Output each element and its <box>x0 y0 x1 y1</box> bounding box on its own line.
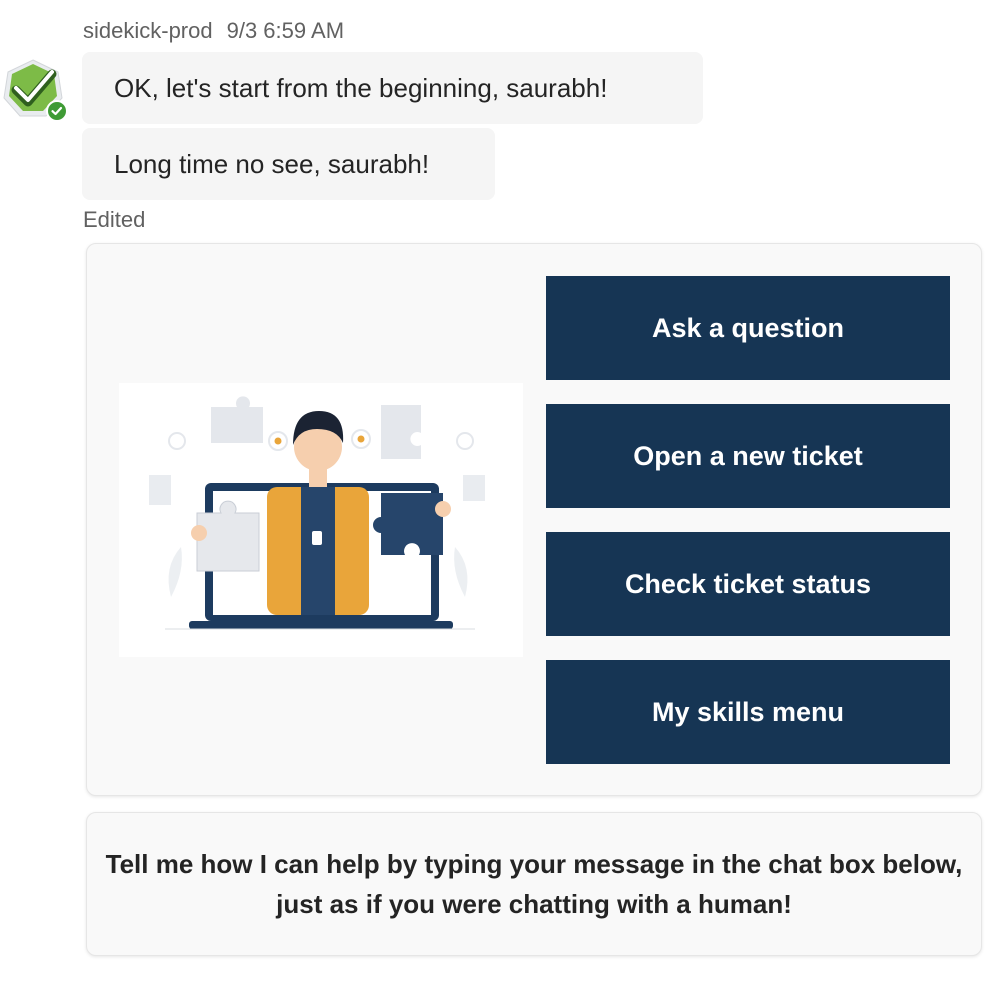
hero-image <box>119 383 523 657</box>
message-timestamp: 9/3 6:59 AM <box>226 18 345 43</box>
open-ticket-button[interactable]: Open a new ticket <box>546 404 950 508</box>
skills-menu-button[interactable]: My skills menu <box>546 660 950 764</box>
message-bubble: OK, let's start from the beginning, saur… <box>82 52 703 124</box>
available-check-icon <box>46 100 68 122</box>
person-puzzle-illustration <box>149 396 485 630</box>
ask-question-button[interactable]: Ask a question <box>546 276 950 380</box>
bot-avatar[interactable] <box>2 58 68 122</box>
edited-label: Edited <box>83 207 146 232</box>
message-bubble: Long time no see, saurabh! <box>82 128 495 200</box>
message-header: sidekick-prod 9/3 6:59 AM <box>83 18 344 44</box>
check-ticket-status-button[interactable]: Check ticket status <box>546 532 950 636</box>
help-card: Tell me how I can help by typing your me… <box>86 812 982 956</box>
message-text: OK, let's start from the beginning, saur… <box>114 72 608 103</box>
action-card: Ask a question Open a new ticket Check t… <box>86 243 982 796</box>
message-text: Long time no see, saurabh! <box>114 148 430 179</box>
sender-name[interactable]: sidekick-prod <box>83 18 213 43</box>
help-text: Tell me how I can help by typing your me… <box>105 849 963 919</box>
